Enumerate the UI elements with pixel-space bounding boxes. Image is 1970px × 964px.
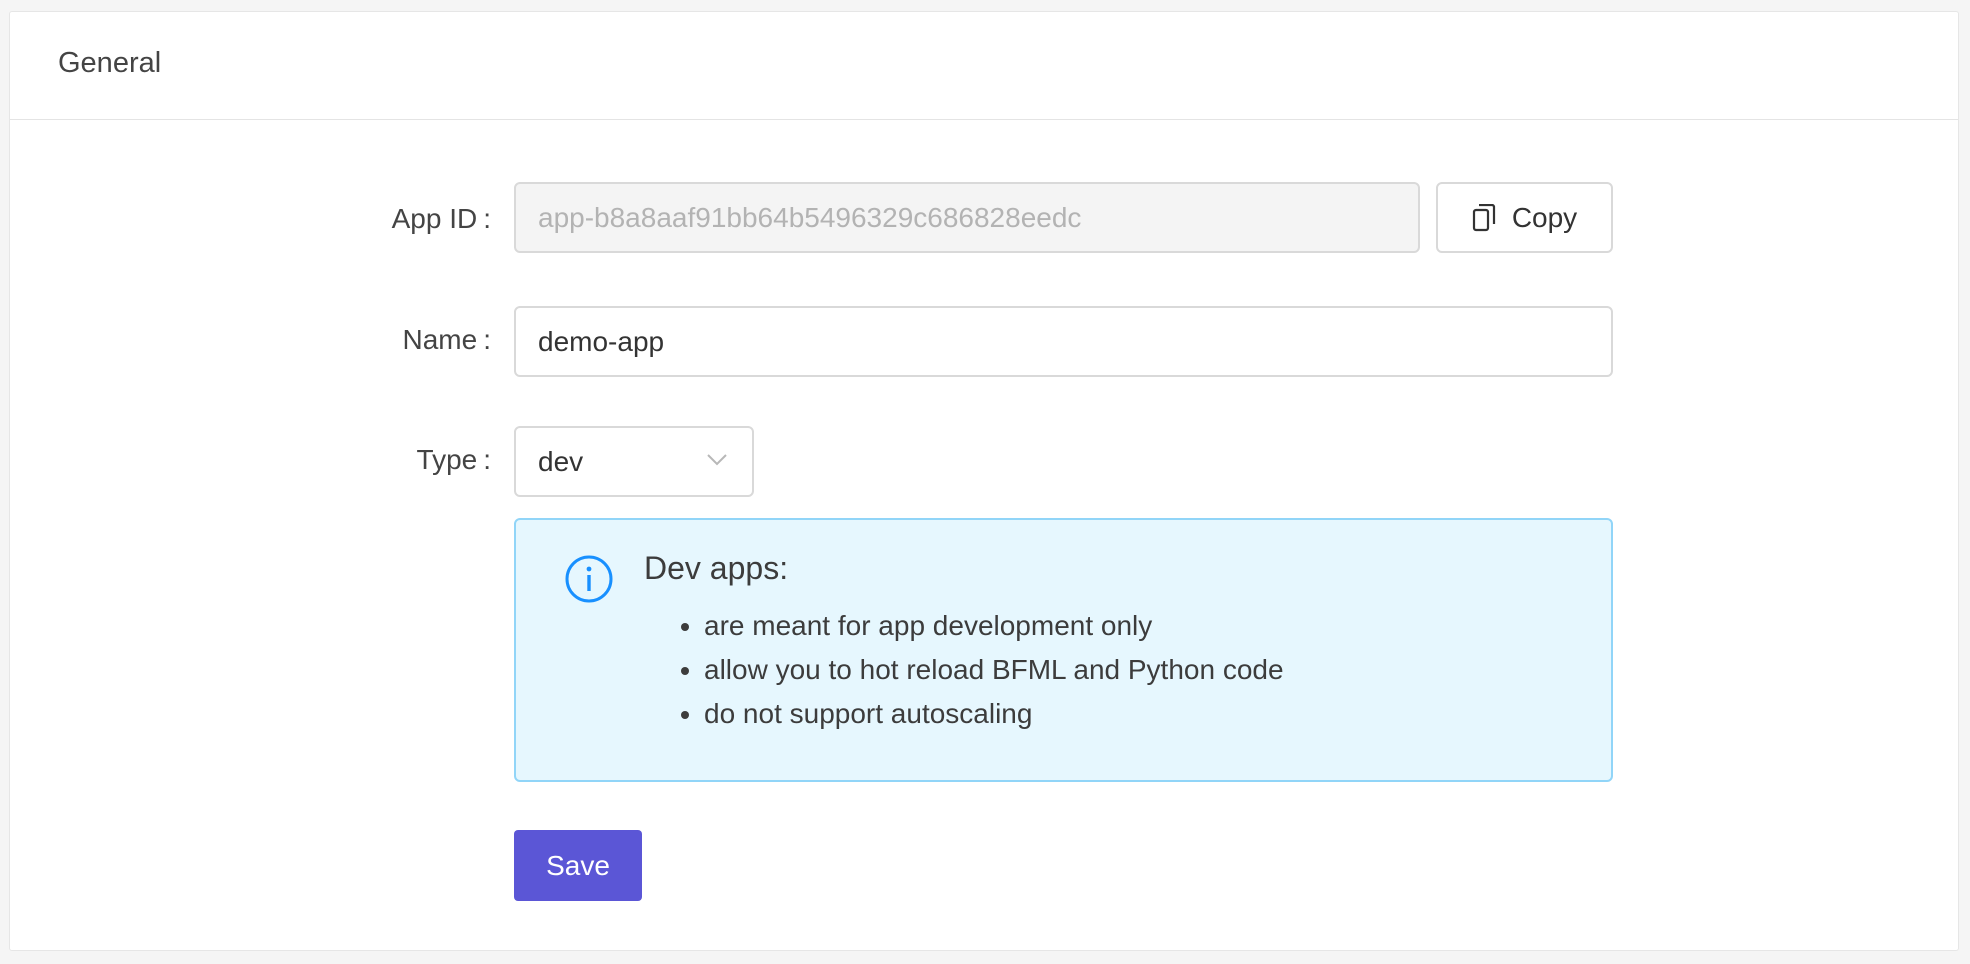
colon: :: [483, 203, 491, 234]
app-id-label-text: App ID: [391, 203, 478, 234]
general-settings-card: General: [9, 11, 1959, 951]
app-id-label: App ID:: [392, 203, 491, 235]
info-list-item: do not support autoscaling: [704, 692, 1284, 736]
info-title: Dev apps:: [644, 550, 789, 586]
info-list-item: are meant for app development only: [704, 604, 1284, 648]
copy-button[interactable]: Copy: [1436, 182, 1613, 253]
app-id-value: app-b8a8aaf91bb64b5496329c686828eedc: [538, 201, 1082, 233]
name-label: Name:: [403, 324, 491, 356]
copy-icon: [1472, 203, 1495, 231]
type-select[interactable]: dev: [514, 426, 754, 497]
card-header: General: [10, 12, 1958, 120]
type-label: Type:: [417, 444, 491, 476]
type-label-text: Type: [416, 444, 478, 475]
card-title: General: [58, 47, 162, 79]
dev-apps-info-alert: Dev apps: are meant for app development …: [514, 518, 1613, 782]
info-list-item: allow you to hot reload BFML and Python …: [704, 648, 1284, 692]
save-button[interactable]: Save: [514, 830, 642, 901]
type-selected-value: dev: [538, 445, 584, 477]
colon: :: [483, 324, 491, 355]
chevron-down-icon: [707, 454, 727, 466]
name-label-text: Name: [402, 324, 478, 355]
info-list: are meant for app development only allow…: [666, 604, 1284, 736]
name-input[interactable]: demo-app: [514, 306, 1613, 377]
save-button-label: Save: [546, 849, 610, 881]
app-id-input[interactable]: app-b8a8aaf91bb64b5496329c686828eedc: [514, 182, 1420, 253]
info-circle-icon: [565, 555, 613, 603]
colon: :: [483, 444, 491, 475]
name-value: demo-app: [538, 325, 665, 357]
copy-button-label: Copy: [1511, 201, 1578, 233]
